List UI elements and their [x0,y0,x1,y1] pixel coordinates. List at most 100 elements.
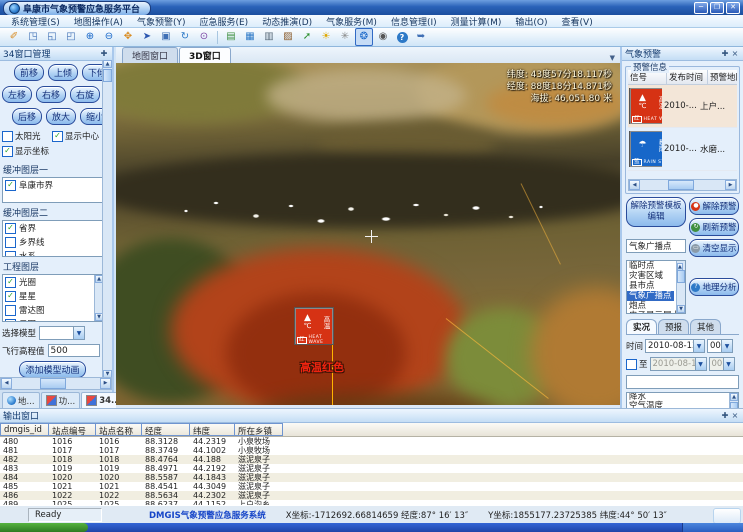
table-row[interactable]: 48210181018 88.476444.188滋泥泉子 [0,455,743,464]
checkbox-icon[interactable] [5,319,16,323]
scroll-right-icon[interactable]: ▶ [100,378,111,389]
close-icon[interactable]: × [730,49,740,59]
exit-3d-icon[interactable]: ➥ [412,28,430,46]
identify-icon[interactable]: ⊙ [195,28,213,46]
tab-3d-window[interactable]: 3D窗口 [179,47,231,63]
pin-icon[interactable]: ✚ [99,49,109,59]
release-warning-button[interactable]: ●解除预警 [689,197,739,215]
warning-table-hscrollbar[interactable]: ◀ ▶ [628,179,737,191]
minimize-button[interactable]: ─ [694,2,708,14]
list-scrollbar[interactable]: ▲ ▼ [676,261,685,313]
to-hour-combo[interactable]: 00▼ [709,357,735,371]
settings-icon[interactable]: ✳ [336,28,354,46]
checkbox-icon[interactable]: ✓ [5,277,16,288]
checkbox-icon[interactable] [5,237,16,248]
camera-nav-button[interactable]: 右旋 [70,86,100,103]
camera-nav-button[interactable]: 缩小 [80,108,103,125]
point-type-item[interactable]: 灾害区域 [627,271,665,281]
column-header[interactable]: 经度 [142,423,190,436]
table-row[interactable]: 48010161016 88.312844.2319小泉牧场 [0,437,743,446]
point-type-item[interactable]: 电子显示屏点 [627,311,677,313]
full-extent-icon[interactable]: ▣ [157,28,175,46]
checkbox-icon[interactable] [5,305,16,316]
checkbox-icon[interactable]: ✓ [5,180,16,191]
menu-item[interactable]: 信息管理(I) [384,15,444,28]
hour-combo[interactable]: 00▼ [707,339,733,353]
select-arrow-icon[interactable]: ➤ [138,28,156,46]
fly-path-icon[interactable]: ➚ [298,28,316,46]
pin-icon[interactable]: ✚ [720,411,730,421]
menu-item[interactable]: 地图操作(A) [67,15,130,28]
point-type-item[interactable]: 气象广播点 [627,291,674,301]
light-icon[interactable]: ☀ [317,28,335,46]
menu-item[interactable]: 测量计算(M) [444,15,509,28]
zoom-extent-box-icon[interactable]: ◰ [62,28,80,46]
print-icon[interactable]: ▥ [260,28,278,46]
menu-item[interactable]: 动态推演(D) [255,15,319,28]
tab-other[interactable]: 其他 [690,319,721,334]
eye-icon[interactable]: ◉ [374,28,392,46]
scroll-up-icon[interactable]: ▲ [730,393,738,401]
table-row[interactable]: 48610221022 88.563444.2302滋泥泉子 [0,491,743,500]
checkbox-icon[interactable]: ✓ [5,291,16,302]
close-icon[interactable]: × [730,411,740,421]
clear-display-button[interactable]: ▭清空显示 [689,239,739,257]
camera-nav-button[interactable]: 下倾 [82,64,103,81]
help-icon[interactable]: ? [393,28,411,46]
pan-icon[interactable]: ✥ [119,28,137,46]
layer-item[interactable]: 乡界线 [3,235,103,249]
plot-icon[interactable]: ▨ [279,28,297,46]
column-header[interactable]: 站点名称 [96,423,142,436]
geo-analysis-button[interactable]: ?地理分析 [689,278,739,296]
scroll-left-icon[interactable]: ◀ [629,180,640,190]
restore-button[interactable]: ❐ [710,2,724,14]
scrollbar-thumb[interactable] [677,270,685,283]
toolbar-button[interactable] [214,28,221,46]
checkbox-icon[interactable]: ✓ [2,146,13,157]
add-model-anim-button[interactable]: 添加模型动画 [19,361,85,378]
menu-item[interactable]: 系统管理(S) [4,15,67,28]
start-button[interactable] [0,523,88,532]
heat-wave-billboard-icon[interactable]: ▲℃ 高温 红HEAT WAVE [295,308,333,344]
date-combo[interactable]: 2010-08-13▼ [645,339,705,353]
scroll-right-icon[interactable]: ▶ [725,180,736,190]
station-combo[interactable] [626,375,739,389]
camera-nav-button[interactable]: 左移 [2,86,32,103]
left-panel-scrollbar[interactable]: ▲ ▼ [102,60,112,378]
layer-item[interactable]: 水系 [3,249,103,257]
point-type-combo[interactable]: 气象广播点 [626,239,686,253]
checkbox-icon[interactable]: ✓ [5,223,16,234]
tab-map-layers[interactable]: 地... [2,392,40,408]
close-button[interactable]: ✕ [726,2,740,14]
table-row[interactable]: 48110171017 88.374944.1002小泉牧场 [0,446,743,455]
column-header[interactable]: 站点编号 [49,423,96,436]
scroll-down-icon[interactable]: ▼ [677,305,685,313]
layer-item[interactable]: ✓阜康市界 [3,178,103,192]
to-date-combo[interactable]: 2010-08-13▼ [650,357,707,371]
column-header[interactable]: 所在乡镇 [235,423,283,436]
flight-elevation-input[interactable]: 500 [48,344,100,357]
model-select-combo[interactable]: ▼ [39,326,85,340]
chevron-down-icon[interactable]: ▼ [73,327,84,339]
checkbox-icon[interactable] [5,251,16,258]
release-template-button[interactable]: 解除预警模板编辑 [626,197,686,227]
menu-item[interactable]: 气象预警(Y) [130,15,193,28]
scrollbar-thumb[interactable] [103,69,112,82]
menu-item[interactable]: 气象服务(M) [319,15,384,28]
table-row[interactable]: 48410201020 88.558744.1843滋泥泉子 [0,473,743,482]
scrollbar-thumb[interactable] [40,378,66,389]
camera-nav-button[interactable]: 后移 [12,108,42,125]
tab-functions[interactable]: 功... [41,392,81,408]
measure-icon[interactable]: ✐ [5,28,23,46]
zoom-box-icon[interactable]: ◳ [24,28,42,46]
warning-row-rain[interactable]: ☂ 暴雨 蓝RAIN STORM 2010-... 水磨... [628,128,737,171]
layer-item[interactable]: ✓省界 [3,221,103,235]
column-header[interactable]: 纬度 [190,423,235,436]
layer-item[interactable]: ✓光圈 [3,275,95,289]
refresh-icon[interactable]: ↻ [176,28,194,46]
to-checkbox[interactable] [626,359,637,370]
tab-forecast[interactable]: 预报 [658,319,689,334]
checkbox-icon[interactable] [2,131,13,142]
camera-nav-button[interactable]: 上倾 [48,64,78,81]
zoom-in-icon[interactable]: ⊕ [81,28,99,46]
